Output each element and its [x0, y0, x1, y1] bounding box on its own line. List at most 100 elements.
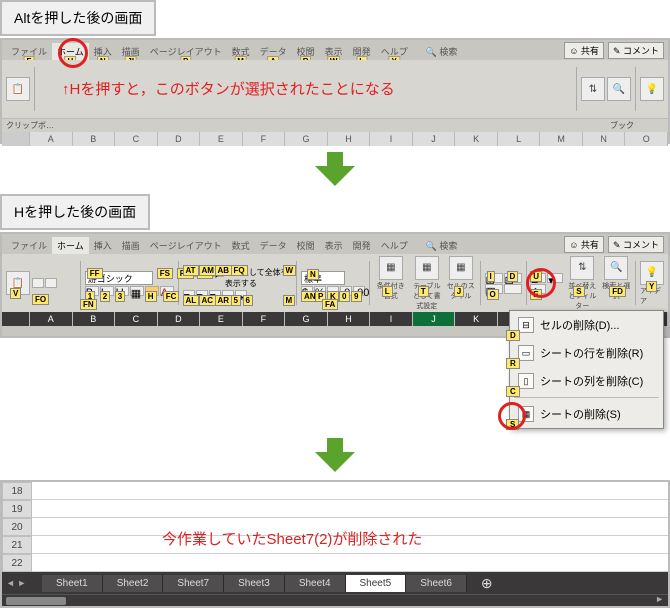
delete-sheet-icon-ctx: ▦: [518, 406, 534, 422]
ctx-delete-col[interactable]: C ▯ シートの列を削除(C): [510, 367, 663, 395]
find-icon[interactable]: 🔍: [607, 77, 631, 101]
tab-view-2[interactable]: 表示: [320, 237, 348, 254]
sheet-tab-2[interactable]: Sheet2: [103, 575, 164, 592]
keytip-fd: FD: [609, 286, 626, 297]
keytip-ac: AC: [199, 295, 217, 306]
keytip-fa: FA: [322, 299, 338, 310]
keytip-5: 5: [231, 295, 241, 306]
row-18: 18: [2, 482, 668, 500]
tab-view[interactable]: 表示W: [320, 43, 348, 60]
scroll-right-icon[interactable]: ►: [655, 594, 664, 604]
scrollbar-thumb[interactable]: [6, 597, 66, 605]
tab-layout[interactable]: ページレイアウトP: [145, 43, 227, 60]
tab-home[interactable]: ホームH: [52, 43, 89, 60]
tab-review-2[interactable]: 校閲: [292, 237, 320, 254]
col-F[interactable]: F: [243, 132, 286, 146]
tab-draw-2[interactable]: 描画: [117, 237, 145, 254]
tab-formula-2[interactable]: 数式: [227, 237, 255, 254]
col-G[interactable]: G: [285, 132, 328, 146]
tab-formula[interactable]: 数式M: [227, 43, 255, 60]
ctx-key-d: D: [506, 330, 520, 341]
keytip-n: N: [307, 269, 319, 280]
copy-icon[interactable]: [45, 278, 57, 288]
col-K[interactable]: K: [455, 132, 498, 146]
sheet-tab-5[interactable]: Sheet5: [346, 575, 407, 592]
tab-draw[interactable]: 描画JI: [117, 43, 145, 60]
border-icon[interactable]: ▦: [130, 286, 144, 296]
ctx-delete-sheet[interactable]: S ▦ シートの削除(S): [510, 400, 663, 428]
ctx-key-c: C: [506, 386, 520, 397]
tab-nav-icons[interactable]: ◄ ►: [6, 578, 26, 588]
sheet-tab-6[interactable]: Sheet6: [406, 575, 467, 592]
col-B[interactable]: B: [73, 132, 116, 146]
tab-help-2[interactable]: ヘルプ: [376, 237, 413, 254]
ribbon-body-2: 📋 V FO 游ゴシック B I U ▦ A FF F: [2, 254, 668, 312]
cell-style-icon[interactable]: ▦: [449, 256, 473, 280]
column-headers-1: A B C D E F G H I J K L M N O: [2, 132, 668, 146]
keytip-fq: FQ: [231, 265, 248, 276]
fill-icon[interactable]: ▾: [547, 273, 563, 283]
sheet-tab-7[interactable]: Sheet7: [163, 575, 224, 592]
group-book: ブック: [606, 118, 638, 132]
tab-review[interactable]: 校閲R: [292, 43, 320, 60]
tab-home-2[interactable]: ホーム: [52, 237, 89, 254]
share-button-2[interactable]: ☺ 共有: [564, 236, 604, 253]
col-A[interactable]: A: [30, 132, 73, 146]
delete-context-menu: D ⊟ セルの削除(D)... R ▭ シートの行を削除(R) C ▯ シートの…: [509, 310, 664, 429]
tab-insert[interactable]: 挿入N: [89, 43, 117, 60]
col-J[interactable]: J: [413, 132, 456, 146]
tab-dev-2[interactable]: 開発: [348, 237, 376, 254]
keytip-fn: FN: [80, 299, 97, 310]
keytip-w: W: [283, 265, 297, 276]
idea-icon[interactable]: 💡: [640, 77, 664, 101]
sheet-tab-1[interactable]: Sheet1: [42, 575, 103, 592]
tab-dev[interactable]: 開発L: [348, 43, 376, 60]
tab-file[interactable]: ファイルF: [6, 43, 52, 60]
tab-help[interactable]: ヘルプY: [376, 43, 413, 60]
keytip-j: J: [454, 286, 464, 297]
tab-data[interactable]: データA: [255, 43, 292, 60]
paste-icon[interactable]: 📋: [6, 77, 30, 101]
search-box[interactable]: 🔍 検索: [421, 43, 463, 60]
comment-button-2[interactable]: ✎ コメント: [608, 236, 664, 253]
add-sheet-button[interactable]: ⊕: [467, 575, 507, 592]
col-L[interactable]: L: [498, 132, 541, 146]
ctx-key-r: R: [506, 358, 520, 369]
tab-data-2[interactable]: データ: [255, 237, 292, 254]
find-select-icon[interactable]: 🔍: [604, 256, 628, 280]
keytip-u: U: [530, 271, 542, 282]
col-C[interactable]: C: [115, 132, 158, 146]
section1-title: Altを押した後の画面: [0, 0, 156, 36]
cut-icon[interactable]: [32, 278, 44, 288]
keytip-d: D: [507, 271, 519, 282]
col-E[interactable]: E: [200, 132, 243, 146]
tab-file-2[interactable]: ファイル: [6, 237, 52, 254]
row-19: 19: [2, 500, 668, 518]
tab-layout-2[interactable]: ページレイアウト: [145, 237, 227, 254]
sheet-tab-4[interactable]: Sheet4: [285, 575, 346, 592]
keytip-s: S: [573, 286, 584, 297]
keytip-paste: V: [10, 288, 21, 299]
horizontal-scrollbar[interactable]: ►: [2, 594, 668, 606]
sheet-tab-3[interactable]: Sheet3: [224, 575, 285, 592]
col-O[interactable]: O: [625, 132, 668, 146]
sort-filter-icon[interactable]: ⇅: [581, 77, 605, 101]
keytip-fc: FC: [163, 291, 180, 302]
ctx-delete-row[interactable]: R ▭ シートの行を削除(R): [510, 339, 663, 367]
search-box-2[interactable]: 🔍 検索: [421, 237, 463, 254]
col-D[interactable]: D: [158, 132, 201, 146]
keytip-y: Y: [646, 281, 657, 292]
sort-filter-icon-2[interactable]: ⇅: [570, 256, 594, 280]
cond-format-icon[interactable]: ▦: [379, 256, 403, 280]
row-22: 22: [2, 554, 668, 572]
col-I[interactable]: I: [370, 132, 413, 146]
share-button[interactable]: ☺ 共有: [564, 42, 604, 59]
table-format-icon[interactable]: ▦: [415, 256, 439, 280]
col-H[interactable]: H: [328, 132, 371, 146]
ctx-delete-cells[interactable]: D ⊟ セルの削除(D)...: [510, 311, 663, 339]
col-M[interactable]: M: [540, 132, 583, 146]
down-arrow-2: [315, 438, 355, 472]
tab-insert-2[interactable]: 挿入: [89, 237, 117, 254]
col-N[interactable]: N: [583, 132, 626, 146]
comment-button[interactable]: ✎ コメント: [608, 42, 664, 59]
